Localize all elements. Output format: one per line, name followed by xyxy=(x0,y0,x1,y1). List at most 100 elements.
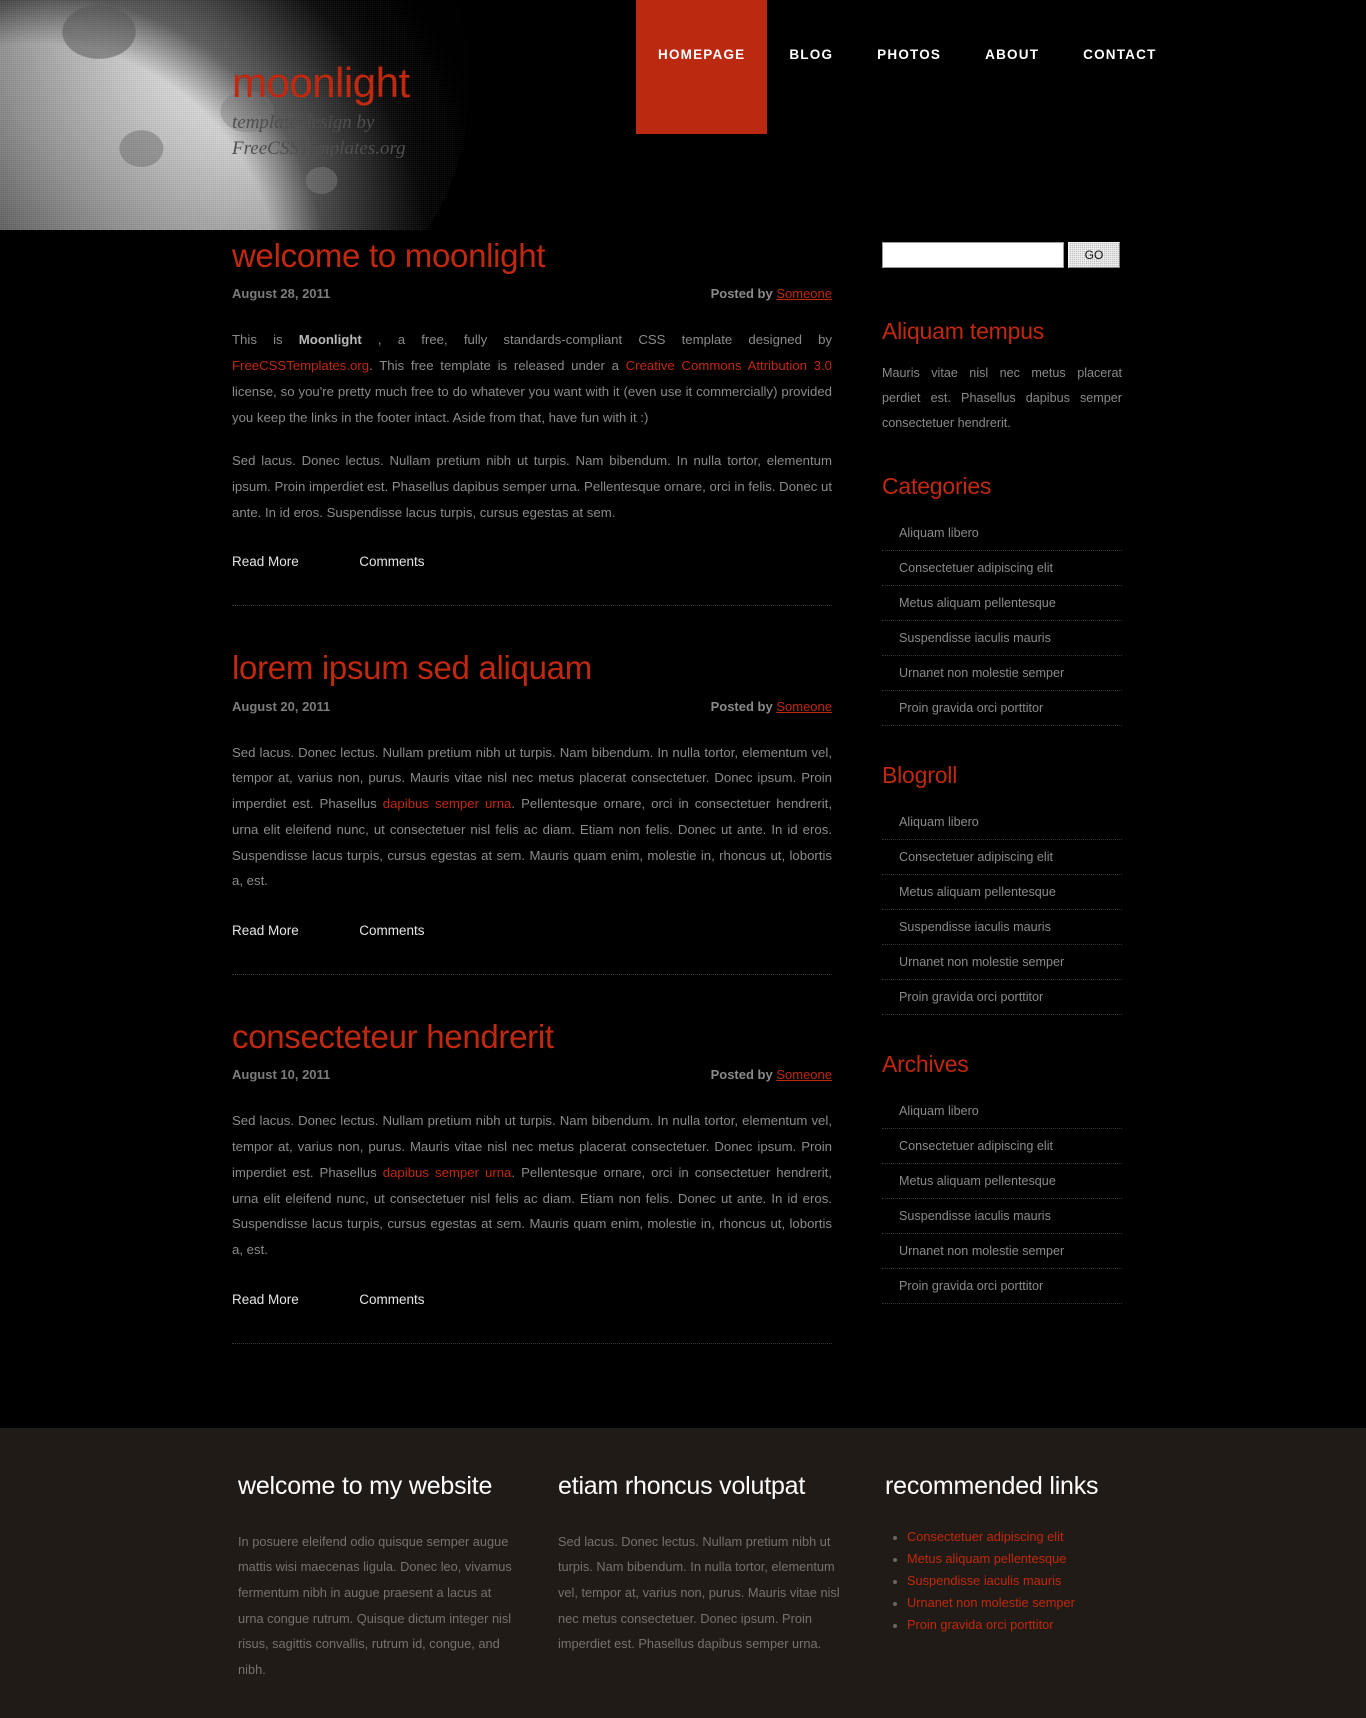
search-form[interactable]: GO xyxy=(882,242,1122,268)
blogroll-link[interactable]: Metus aliquam pellentesque xyxy=(882,875,1122,909)
site-logo[interactable]: moonlight template design by FreeCSSTemp… xyxy=(232,62,432,161)
post-title[interactable]: consecteteur hendrerit xyxy=(232,1018,832,1055)
footer-text: In posuere eleifend odio quisque semper … xyxy=(238,1533,512,1677)
list-item[interactable]: Suspendisse iaculis mauris xyxy=(882,1199,1122,1234)
list-item[interactable]: Proin gravida orci porttitor xyxy=(885,1617,1185,1639)
list-item[interactable]: Urnanet non molestie semper xyxy=(882,1234,1122,1269)
category-link[interactable]: Suspendisse iaculis mauris xyxy=(882,621,1122,655)
post-text-fragment: This is xyxy=(232,332,299,348)
footer-text: Sed lacus. Donec lectus. Nullam pretium … xyxy=(558,1533,840,1652)
search-go-button[interactable]: GO xyxy=(1068,242,1120,268)
post-author-block: Posted by Someone xyxy=(711,286,832,301)
nav-item-homepage[interactable]: HOMEPAGE xyxy=(636,0,768,134)
archive-link[interactable]: Metus aliquam pellentesque xyxy=(882,1164,1122,1198)
sidebar-section-blogroll: Blogroll Aliquam libero Consectetuer adi… xyxy=(882,762,1122,1015)
list-item[interactable]: Aliquam libero xyxy=(882,805,1122,840)
link-dapibus-semper-urna[interactable]: dapibus semper urna xyxy=(383,796,512,811)
post-author-link[interactable]: Someone xyxy=(776,1067,832,1082)
read-more-link[interactable]: Read More xyxy=(232,923,299,938)
list-item[interactable]: Proin gravida orci porttitor xyxy=(882,691,1122,726)
site-title[interactable]: moonlight xyxy=(232,62,432,104)
recommended-link[interactable]: Proin gravida orci porttitor xyxy=(907,1617,1054,1632)
read-more-link[interactable]: Read More xyxy=(232,554,299,569)
list-item[interactable]: Urnanet non molestie semper xyxy=(882,656,1122,691)
link-creative-commons[interactable]: Creative Commons Attribution 3.0 xyxy=(626,358,832,373)
blogroll-link[interactable]: Proin gravida orci porttitor xyxy=(882,980,1122,1014)
sidebar-heading: Archives xyxy=(882,1050,969,1077)
list-item[interactable]: Urnanet non molestie semper xyxy=(882,945,1122,980)
post-title[interactable]: welcome to moonlight xyxy=(232,237,832,274)
list-item[interactable]: Aliquam libero xyxy=(882,516,1122,551)
footer-heading: welcome to my website xyxy=(238,1471,493,1500)
list-item[interactable]: Metus aliquam pellentesque xyxy=(882,1164,1122,1199)
nav-item-photos[interactable]: PHOTOS xyxy=(855,0,963,134)
footer-heading: recommended links xyxy=(885,1471,1099,1500)
recommended-link[interactable]: Consectetuer adipiscing elit xyxy=(907,1529,1064,1544)
comments-link[interactable]: Comments xyxy=(359,554,424,569)
posted-by-label: Posted by xyxy=(710,286,773,302)
site-header: moonlight template design by FreeCSSTemp… xyxy=(0,0,1366,230)
archive-link[interactable]: Proin gravida orci porttitor xyxy=(882,1269,1122,1303)
post-author-link[interactable]: Someone xyxy=(776,699,832,714)
nav-item-contact[interactable]: CONTACT xyxy=(1061,0,1178,134)
blog-post: welcome to moonlight August 28, 2011 Pos… xyxy=(232,237,832,605)
archive-link[interactable]: Suspendisse iaculis mauris xyxy=(882,1199,1122,1233)
post-actions: Read More Comments xyxy=(232,553,832,597)
list-item[interactable]: Suspendisse iaculis mauris xyxy=(882,910,1122,945)
list-item[interactable]: Metus aliquam pellentesque xyxy=(885,1551,1185,1573)
list-item[interactable]: Metus aliquam pellentesque xyxy=(882,875,1122,910)
comments-link[interactable]: Comments xyxy=(359,923,424,938)
archive-link[interactable]: Consectetuer adipiscing elit xyxy=(882,1129,1122,1163)
list-item[interactable]: Proin gravida orci porttitor xyxy=(882,1269,1122,1304)
link-dapibus-semper-urna[interactable]: dapibus semper urna xyxy=(383,1165,512,1180)
read-more-link[interactable]: Read More xyxy=(232,1292,299,1307)
list-item[interactable]: Consectetuer adipiscing elit xyxy=(882,551,1122,586)
link-freecsstemplates[interactable]: FreeCSSTemplates.org xyxy=(232,358,369,373)
site-tagline: template design by FreeCSSTemplates.org xyxy=(232,112,406,159)
list-item[interactable]: Proin gravida orci porttitor xyxy=(882,980,1122,1015)
sidebar-section-aliquam-tempus: Aliquam tempus Mauris vitae nisl nec met… xyxy=(882,318,1122,437)
archive-link[interactable]: Urnanet non molestie semper xyxy=(882,1234,1122,1268)
category-link[interactable]: Consectetuer adipiscing elit xyxy=(882,551,1122,585)
sidebar-text: Mauris vitae nisl nec metus placerat per… xyxy=(882,366,1122,431)
category-link[interactable]: Metus aliquam pellentesque xyxy=(882,586,1122,620)
post-paragraph: This is Moonlight , a free, fully standa… xyxy=(232,327,832,430)
blogroll-link[interactable]: Urnanet non molestie semper xyxy=(882,945,1122,979)
recommended-link[interactable]: Suspendisse iaculis mauris xyxy=(907,1573,1061,1588)
nav-item-about[interactable]: ABOUT xyxy=(963,0,1061,134)
category-link[interactable]: Urnanet non molestie semper xyxy=(882,656,1122,690)
list-item[interactable]: Metus aliquam pellentesque xyxy=(882,586,1122,621)
post-paragraph: Sed lacus. Donec lectus. Nullam pretium … xyxy=(232,453,832,520)
archives-list: Aliquam libero Consectetuer adipiscing e… xyxy=(882,1094,1122,1304)
blogroll-link[interactable]: Consectetuer adipiscing elit xyxy=(882,840,1122,874)
recommended-link[interactable]: Urnanet non molestie semper xyxy=(907,1595,1075,1610)
blogroll-link[interactable]: Aliquam libero xyxy=(882,805,1122,839)
main-content: welcome to moonlight August 28, 2011 Pos… xyxy=(232,230,832,1388)
posted-by-label: Posted by xyxy=(710,1067,773,1083)
recommended-link[interactable]: Metus aliquam pellentesque xyxy=(907,1551,1066,1566)
category-link[interactable]: Aliquam libero xyxy=(882,516,1122,550)
list-item[interactable]: Consectetuer adipiscing elit xyxy=(882,840,1122,875)
post-author-link[interactable]: Someone xyxy=(776,286,832,301)
category-link[interactable]: Proin gravida orci porttitor xyxy=(882,691,1122,725)
post-meta: August 20, 2011 Posted by Someone xyxy=(232,699,832,714)
list-item[interactable]: Suspendisse iaculis mauris xyxy=(885,1573,1185,1595)
blogroll-link[interactable]: Suspendisse iaculis mauris xyxy=(882,910,1122,944)
comments-link[interactable]: Comments xyxy=(359,1292,424,1307)
list-item[interactable]: Aliquam libero xyxy=(882,1094,1122,1129)
archive-link[interactable]: Aliquam libero xyxy=(882,1094,1122,1128)
list-item[interactable]: Suspendisse iaculis mauris xyxy=(882,621,1122,656)
search-input[interactable] xyxy=(882,242,1064,268)
footer-column-welcome: welcome to my website In posuere eleifen… xyxy=(238,1472,513,1683)
categories-list: Aliquam libero Consectetuer adipiscing e… xyxy=(882,516,1122,726)
post-text-fragment: license, so you're pretty much free to d… xyxy=(232,383,832,425)
list-item[interactable]: Urnanet non molestie semper xyxy=(885,1595,1185,1617)
list-item[interactable]: Consectetuer adipiscing elit xyxy=(885,1529,1185,1551)
nav-item-blog[interactable]: BLOG xyxy=(767,0,855,134)
post-title[interactable]: lorem ipsum sed aliquam xyxy=(232,650,832,687)
sidebar-section-archives: Archives Aliquam libero Consectetuer adi… xyxy=(882,1051,1122,1304)
primary-navigation[interactable]: HOMEPAGE BLOG PHOTOS ABOUT CONTACT xyxy=(636,0,1179,134)
post-paragraph: Sed lacus. Donec lectus. Nullam pretium … xyxy=(232,740,832,894)
list-item[interactable]: Consectetuer adipiscing elit xyxy=(882,1129,1122,1164)
post-text-fragment: . This free template is released under a xyxy=(369,358,626,374)
